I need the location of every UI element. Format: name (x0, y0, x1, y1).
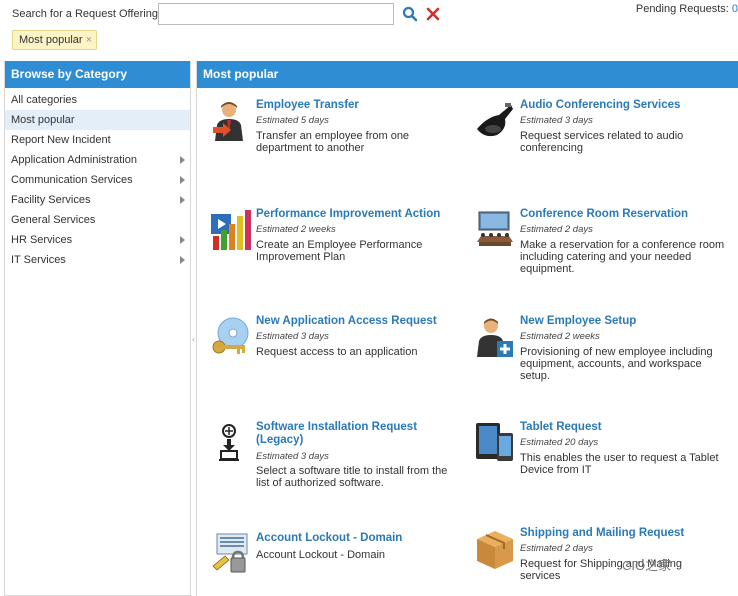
card-estimate: Estimated 2 weeks (520, 331, 600, 342)
offering-card-new-employee-setup[interactable]: New Employee Setup Estimated 2 weeks Pro… (475, 315, 725, 385)
conference-phone-icon (475, 99, 515, 143)
performance-chart-icon (211, 208, 251, 252)
new-employee-icon (475, 315, 515, 359)
filter-chip: Most popular × (12, 30, 98, 50)
sidebar-item-communication-services[interactable]: Communication Services (5, 170, 190, 190)
card-title[interactable]: New Employee Setup (520, 315, 725, 328)
card-title[interactable]: Tablet Request (520, 421, 725, 434)
shipping-box-icon (475, 527, 515, 571)
employee-transfer-icon (211, 99, 251, 143)
remove-filter-icon[interactable]: × (86, 34, 92, 46)
main-panel: Most popular Employee Transfer Estimated… (196, 61, 738, 596)
card-title[interactable]: New Application Access Request (256, 315, 461, 328)
card-description: This enables the user to request a Table… (520, 452, 719, 476)
chevron-right-icon (180, 256, 185, 264)
offering-card-employee-transfer[interactable]: Employee Transfer Estimated 5 days Trans… (211, 99, 461, 159)
sidebar-item-label: IT Services (11, 254, 66, 266)
sidebar-header: Browse by Category (5, 61, 190, 88)
card-title[interactable]: Account Lockout - Domain (256, 532, 461, 545)
offering-card-new-application-access[interactable]: New Application Access Request Estimated… (211, 315, 461, 375)
card-description: Request services related to audio confer… (520, 130, 684, 154)
chevron-right-icon (180, 196, 185, 204)
sidebar-item-report-new-incident[interactable]: Report New Incident (5, 130, 190, 150)
card-description: Provisioning of new employee including e… (520, 346, 713, 382)
cd-key-icon (211, 315, 251, 359)
offering-card-software-installation[interactable]: Software Installation Request (Legacy) E… (211, 421, 461, 493)
top-bar: Search for a Request Offering: Pending R… (0, 0, 738, 58)
offering-card-shipping-mailing[interactable]: Shipping and Mailing Request Estimated 2… (475, 527, 725, 582)
card-estimate: Estimated 2 weeks (256, 224, 336, 235)
card-title[interactable]: Shipping and Mailing Request (520, 527, 725, 540)
conference-room-icon (475, 208, 515, 252)
card-description: Account Lockout - Domain (256, 549, 386, 561)
card-estimate: Estimated 2 days (520, 224, 593, 235)
card-title[interactable]: Audio Conferencing Services (520, 99, 725, 112)
search-input[interactable] (158, 3, 394, 25)
sidebar-item-label: Report New Incident (11, 134, 111, 146)
sidebar-item-label: General Services (11, 214, 96, 226)
account-lockout-icon (211, 532, 251, 576)
offering-card-account-lockout[interactable]: Account Lockout - Domain Account Lockout… (211, 532, 461, 582)
offering-card-conference-room[interactable]: Conference Room Reservation Estimated 2 … (475, 208, 725, 278)
card-description: Create an Employee Performance Improveme… (256, 239, 423, 263)
card-estimate: Estimated 3 days (520, 115, 593, 126)
tablet-icon (475, 421, 515, 465)
clear-search-icon[interactable] (425, 6, 441, 22)
card-description: Make a reservation for a conference room… (520, 239, 725, 275)
sidebar-item-label: Application Administration (11, 154, 137, 166)
sidebar-item-facility-services[interactable]: Facility Services (5, 190, 190, 210)
chevron-right-icon (180, 236, 185, 244)
sidebar-item-it-services[interactable]: IT Services (5, 250, 190, 270)
chevron-right-icon (180, 176, 185, 184)
card-title[interactable]: Conference Room Reservation (520, 208, 725, 221)
card-estimate: Estimated 3 days (256, 451, 329, 462)
card-description: Transfer an employee from one department… (256, 130, 410, 154)
offering-card-tablet-request[interactable]: Tablet Request Estimated 20 days This en… (475, 421, 725, 481)
search-icon[interactable] (402, 6, 418, 22)
sidebar-item-most-popular[interactable]: Most popular (5, 110, 190, 130)
card-estimate: Estimated 2 days (520, 543, 593, 554)
sidebar-item-label: All categories (11, 94, 78, 106)
card-estimate: Estimated 3 days (256, 331, 329, 342)
card-estimate: Estimated 5 days (256, 115, 329, 126)
sidebar-item-label: Communication Services (11, 174, 133, 186)
sidebar-item-hr-services[interactable]: HR Services (5, 230, 190, 250)
sidebar-item-application-administration[interactable]: Application Administration (5, 150, 190, 170)
sidebar-item-general-services[interactable]: General Services (5, 210, 190, 230)
card-title[interactable]: Software Installation Request (Legacy) (256, 421, 461, 447)
search-label: Search for a Request Offering: (12, 8, 161, 20)
main-header: Most popular (197, 61, 738, 88)
sidebar-item-label: Facility Services (11, 194, 91, 206)
category-sidebar: Browse by Category All categories Most p… (4, 61, 191, 596)
card-description: Select a software title to install from … (256, 465, 448, 489)
pending-count[interactable]: 0 (732, 3, 738, 15)
watermark: CIO之家 (622, 558, 672, 573)
filter-chip-label: Most popular (19, 34, 83, 46)
card-estimate: Estimated 20 days (520, 437, 599, 448)
card-description: Request access to an application (256, 346, 418, 358)
card-title[interactable]: Performance Improvement Action (256, 208, 461, 221)
software-install-icon (211, 421, 251, 465)
sidebar-item-label: HR Services (11, 234, 73, 246)
sidebar-item-label: Most popular (11, 114, 75, 126)
sidebar-item-all-categories[interactable]: All categories (5, 90, 190, 110)
offering-card-performance-improvement[interactable]: Performance Improvement Action Estimated… (211, 208, 461, 268)
offering-card-audio-conferencing[interactable]: Audio Conferencing Services Estimated 3 … (475, 99, 725, 159)
card-title[interactable]: Employee Transfer (256, 99, 461, 112)
chevron-right-icon (180, 156, 185, 164)
pending-label: Pending Requests: (635, 3, 729, 15)
pending-requests: Pending Requests: 0 (636, 3, 738, 15)
